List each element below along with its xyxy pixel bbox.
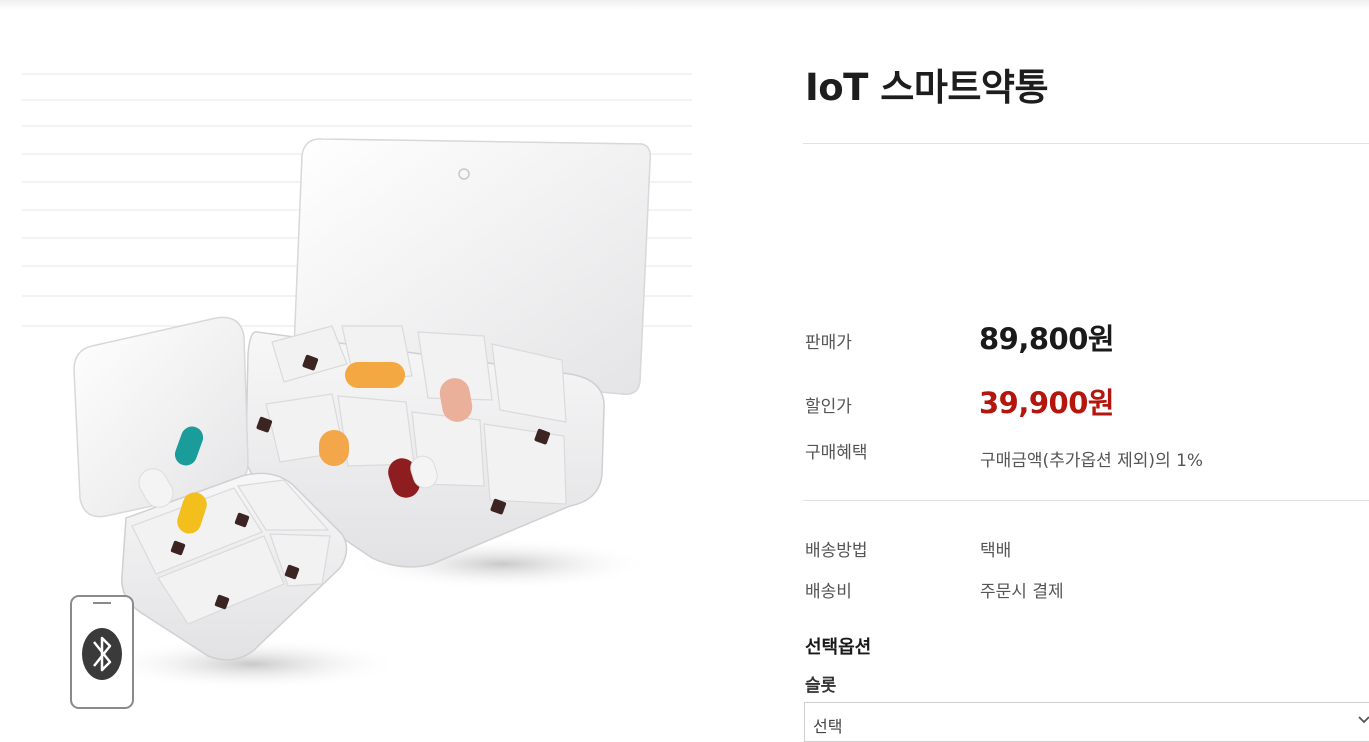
title-divider [803,143,1369,144]
options-section-title: 선택옵션 [805,637,872,658]
shipping-fee-value: 주문시 결제 [980,582,1064,602]
slot-select[interactable]: 선택 [804,702,1369,742]
discount-price-value: 39,900원 [979,386,1115,420]
product-image [22,64,698,724]
product-title: IoT 스마트약통 [805,66,1049,109]
sale-price-value: 89,800원 [979,322,1115,356]
shipping-method-label: 배송방법 [805,541,868,561]
top-bar [0,0,1369,10]
slot-option-label: 슬롯 [805,676,837,696]
bluetooth-icon [70,595,134,709]
price-divider [803,500,1369,501]
sale-price-label: 판매가 [805,333,852,353]
discount-price-label: 할인가 [805,397,852,417]
shipping-method-value: 택배 [980,541,1012,561]
slot-select-value: 선택 [813,717,843,736]
benefit-value: 구매금액(추가옵션 제외)의 1% [980,451,1204,471]
benefit-label: 구매혜택 [805,443,868,463]
chevron-down-icon [1358,716,1369,724]
shipping-fee-label: 배송비 [805,582,852,602]
